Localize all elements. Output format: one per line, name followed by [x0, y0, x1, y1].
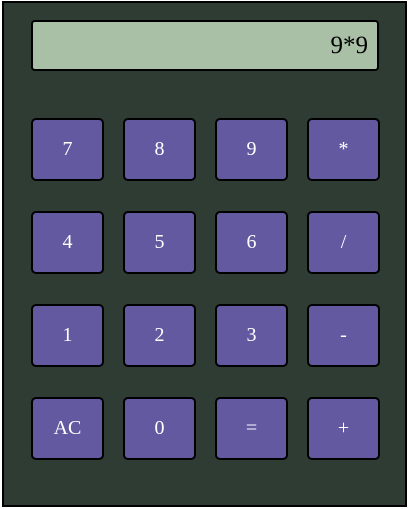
key-5[interactable]: 5 — [123, 211, 196, 274]
display-screen: 9*9 — [31, 20, 379, 71]
key-add[interactable]: + — [307, 397, 380, 460]
key-9[interactable]: 9 — [215, 118, 288, 181]
key-2[interactable]: 2 — [123, 304, 196, 367]
key-1[interactable]: 1 — [31, 304, 104, 367]
key-0[interactable]: 0 — [123, 397, 196, 460]
key-3[interactable]: 3 — [215, 304, 288, 367]
calculator: 9*9 7 8 9 * 4 5 6 / 1 2 3 - AC 0 = + — [2, 1, 407, 507]
key-divide[interactable]: / — [307, 211, 380, 274]
key-clear[interactable]: AC — [31, 397, 104, 460]
key-equals[interactable]: = — [215, 397, 288, 460]
key-4[interactable]: 4 — [31, 211, 104, 274]
key-multiply[interactable]: * — [307, 118, 380, 181]
key-7[interactable]: 7 — [31, 118, 104, 181]
key-8[interactable]: 8 — [123, 118, 196, 181]
key-subtract[interactable]: - — [307, 304, 380, 367]
key-6[interactable]: 6 — [215, 211, 288, 274]
